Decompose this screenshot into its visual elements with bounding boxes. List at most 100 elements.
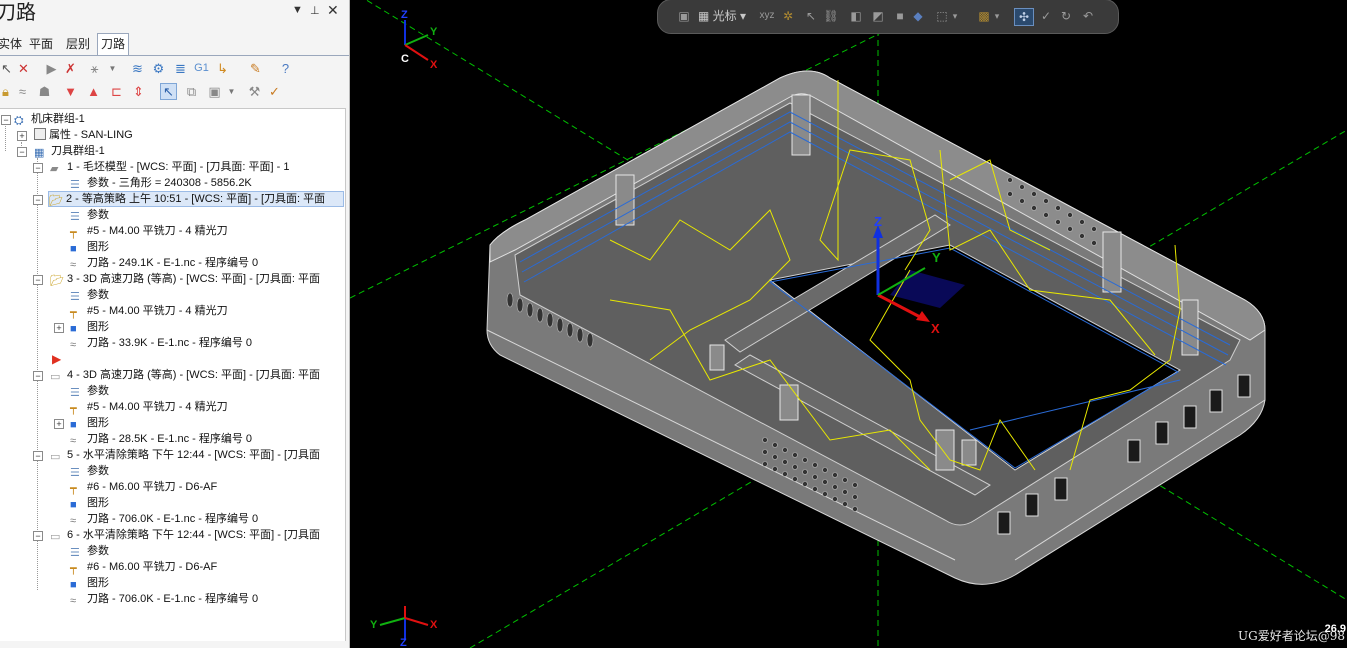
- verify-icon[interactable]: ✓: [266, 83, 283, 100]
- cube-icon[interactable]: ◆: [910, 8, 926, 24]
- operation-5-geometry[interactable]: ■ 图形: [70, 495, 109, 511]
- operation-3-geometry[interactable]: ■ 图形: [70, 319, 109, 335]
- g1-icon[interactable]: G1: [193, 60, 210, 77]
- move-down-icon[interactable]: ▼: [62, 83, 79, 100]
- chain-icon[interactable]: ⛓: [823, 8, 839, 24]
- ghost-icon[interactable]: ☗: [36, 83, 53, 100]
- operation-2[interactable]: 📂︎ 2 - 等高策略 上午 10:51 - [WCS: 平面] - [刀具面: …: [48, 191, 344, 207]
- tab-solids[interactable]: 实体: [0, 35, 25, 53]
- cursor-selector[interactable]: ▦ 光标 ▾: [696, 8, 748, 24]
- close-icon[interactable]: ✕: [327, 2, 339, 19]
- scene-svg[interactable]: Z Y X Z Y X C Z Y X: [350, 0, 1347, 648]
- operation-4-params[interactable]: ☰ 参数: [70, 383, 109, 399]
- insert-arrow-icon[interactable]: ⊏: [108, 83, 125, 100]
- tab-planes[interactable]: 平面: [26, 35, 56, 53]
- operation-5[interactable]: ▭ 5 - 水平清除策略 下午 12:44 - [WCS: 平面] - [刀具面: [50, 447, 320, 463]
- insert-arrow-icon[interactable]: ▶: [52, 351, 61, 367]
- tab-levels[interactable]: 层别: [63, 35, 93, 53]
- watermark-text: UG爱好者论坛@98: [1238, 629, 1345, 643]
- operation-3-params[interactable]: ☰ 参数: [70, 287, 109, 303]
- operation-5-toolpath[interactable]: ≈ 刀路 - 706.0K - E-1.nc - 程序编号 0: [70, 511, 258, 527]
- operation-3[interactable]: 📂︎ 3 - 3D 高速刀路 (等高) - [WCS: 平面] - [刀具面: 平…: [50, 271, 320, 287]
- select-ops-icon[interactable]: ▶: [43, 60, 60, 77]
- toolpath-manager-panel: 刀路 ▼ ⊥ ✕ 实体 平面 层别 刀路 ↖ ✕ ▶ ✗ ⚹ ▼ ≋ ⚙ ≣ G…: [0, 0, 350, 648]
- operation-4-toolpath[interactable]: ≈ 刀路 - 28.5K - E-1.nc - 程序编号 0: [70, 431, 252, 447]
- post-process-icon[interactable]: ↳: [214, 60, 231, 77]
- toolbar-row-2: 🔒︎ ≈ ☗ ▼ ▲ ⊏ ⇕ ↖ ⧉ ▣ ▼ ⚒ ✓: [0, 80, 349, 104]
- graphics-viewport[interactable]: Z Y X Z Y X C Z Y X ▣ ▦ 光标 ▾ xyz ✲ ↖ ⛓ ◧…: [350, 0, 1347, 648]
- operation-4-tool[interactable]: ┯ #5 - M4.00 平铣刀 - 4 精光刀: [70, 399, 228, 415]
- deselect-icon[interactable]: ✕: [15, 60, 32, 77]
- solid-select-icon[interactable]: ◧: [848, 8, 864, 24]
- tree-tool-group[interactable]: ▦ 刀具群组-1: [34, 143, 105, 159]
- help-icon[interactable]: ?: [277, 60, 294, 77]
- pin-icon[interactable]: ⊥: [310, 4, 320, 17]
- operation-5-tool[interactable]: ┯ #6 - M6.00 平铣刀 - D6-AF: [70, 479, 217, 495]
- scroll-to-insert-icon[interactable]: ⇕: [130, 83, 147, 100]
- window-select-icon[interactable]: ⬚: [934, 8, 950, 24]
- tab-toolpaths[interactable]: 刀路: [97, 33, 130, 55]
- regenerate-all-icon[interactable]: ≋: [129, 60, 146, 77]
- gear-icon[interactable]: ✲: [780, 8, 796, 24]
- tree-root-machine-group[interactable]: ⛭ 机床群组-1: [14, 111, 85, 127]
- bottom-x-label: X: [430, 619, 438, 631]
- show-geometry-icon[interactable]: ⧉: [183, 83, 200, 100]
- grid-dropdown-icon[interactable]: ▾: [992, 8, 1002, 24]
- dropdown-icon[interactable]: ▼: [292, 4, 303, 16]
- simulate-icon[interactable]: ⚒: [246, 83, 263, 100]
- xyz-input[interactable]: xyz: [756, 8, 778, 24]
- operation-6[interactable]: ▭ 6 - 水平清除策略 下午 12:44 - [WCS: 平面] - [刀具面: [50, 527, 320, 543]
- toggle-dropdown-icon[interactable]: ▼: [104, 60, 121, 77]
- grid-select-icon[interactable]: ▩: [976, 8, 992, 24]
- operation-6-geometry[interactable]: ■ 图形: [70, 575, 109, 591]
- window-dropdown-icon[interactable]: ▾: [950, 8, 960, 24]
- operation-1[interactable]: ▰ 1 - 毛坯模型 - [WCS: 平面] - [刀具面: 平面] - 1: [50, 159, 289, 175]
- operation-6-tool[interactable]: ┯ #6 - M6.00 平铣刀 - D6-AF: [70, 559, 217, 575]
- panel-title: 刀路: [0, 2, 36, 24]
- quick-mask-toolbar: ▣ ▦ 光标 ▾ xyz ✲ ↖ ⛓ ◧ ◩ ■ ◆ ⬚ ▾ ▩ ▾ ✣ ✓ ↻…: [657, 0, 1119, 34]
- operation-tree: ⛭ 机床群组-1 − 属性 - SAN-LING + ▦ 刀具群组-1 − ▰ 1 -…: [0, 108, 346, 641]
- operation-3-tool[interactable]: ┯ #5 - M4.00 平铣刀 - 4 精光刀: [70, 303, 228, 319]
- operation-2-toolpath[interactable]: ≈ 刀路 - 249.1K - E-1.nc - 程序编号 0: [70, 255, 258, 271]
- tree-properties[interactable]: 属性 - SAN-LING: [34, 127, 133, 143]
- operation-4-geometry[interactable]: ■ 图形: [70, 415, 109, 431]
- display-dropdown-icon[interactable]: ▼: [223, 83, 240, 100]
- toggle-toolpath-display-icon[interactable]: ≈: [14, 83, 31, 100]
- top-y-label: Y: [430, 26, 438, 38]
- operation-2-params[interactable]: ☰ 参数: [70, 207, 109, 223]
- body-select-icon[interactable]: ■: [892, 8, 908, 24]
- undo-select-icon[interactable]: ↶: [1080, 8, 1096, 24]
- regenerate-dirty-icon[interactable]: ⚙: [150, 60, 167, 77]
- operation-5-params[interactable]: ☰ 参数: [70, 463, 109, 479]
- deselect-ops-icon[interactable]: ✗: [62, 60, 79, 77]
- operation-6-params[interactable]: ☰ 参数: [70, 543, 109, 559]
- show-selected-icon[interactable]: ↖: [160, 83, 177, 100]
- check-select-icon[interactable]: ✓: [1038, 8, 1054, 24]
- view-gnomon-bottom: Z Y X: [370, 606, 438, 648]
- center-x-label: X: [931, 321, 940, 336]
- move-up-icon[interactable]: ▲: [85, 83, 102, 100]
- toolbar-row-1: ↖ ✕ ▶ ✗ ⚹ ▼ ≋ ⚙ ≣ G1 ↳ ✎ ?: [0, 57, 349, 81]
- operation-1-params[interactable]: ☰ 参数 - 三角形 = 240308 - 5856.2K: [70, 175, 252, 191]
- operation-2-geometry[interactable]: ■ 图形: [70, 239, 109, 255]
- lock-icon[interactable]: 🔒︎: [0, 83, 14, 100]
- operation-2-tool[interactable]: ┯ #5 - M4.00 平铣刀 - 4 精光刀: [70, 223, 228, 239]
- rotate-icon[interactable]: ↻: [1058, 8, 1074, 24]
- bottom-z-label: Z: [400, 637, 407, 648]
- select-all-icon[interactable]: ↖: [0, 60, 15, 77]
- face-select-icon[interactable]: ◩: [870, 8, 886, 24]
- display-options-icon[interactable]: ▣: [206, 83, 223, 100]
- operation-3-toolpath[interactable]: ≈ 刀路 - 33.9K - E-1.nc - 程序编号 0: [70, 335, 252, 351]
- operation-4[interactable]: ▭ 4 - 3D 高速刀路 (等高) - [WCS: 平面] - [刀具面: 平面: [50, 367, 320, 383]
- top-z-label: Z: [401, 9, 408, 21]
- operation-6-toolpath[interactable]: ≈ 刀路 - 706.0K - E-1.nc - 程序编号 0: [70, 591, 258, 607]
- regenerate-selected-icon[interactable]: ≣: [172, 60, 189, 77]
- select-arrow-icon[interactable]: ↖: [803, 8, 819, 24]
- verify-selection-icon[interactable]: ✣: [1014, 8, 1034, 26]
- center-z-label: Z: [874, 214, 882, 229]
- panel-tabs: 实体 平面 层别 刀路: [0, 33, 349, 55]
- lock-icon[interactable]: ▣: [676, 8, 692, 24]
- toggle-ops-icon[interactable]: ⚹: [86, 60, 103, 77]
- bottom-y-label: Y: [370, 619, 378, 631]
- edit-tool-icon[interactable]: ✎: [247, 60, 264, 77]
